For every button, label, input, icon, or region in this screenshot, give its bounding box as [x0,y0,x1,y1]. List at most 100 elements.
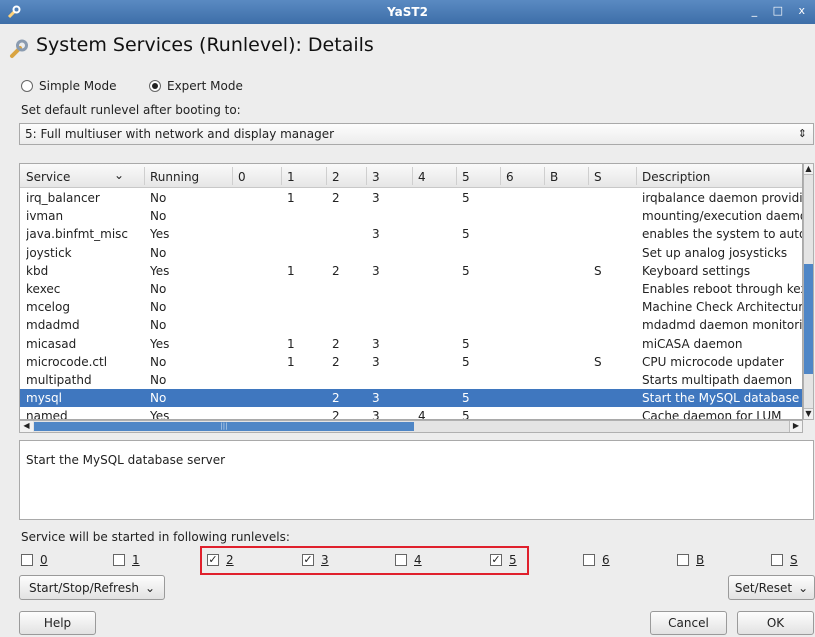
cell-running: Yes [150,263,170,278]
table-row[interactable]: kexec No Enables reboot through kex [20,280,802,298]
cell-5: 5 [462,336,470,351]
service-description-box: Start the MySQL database server [19,440,814,520]
table-row[interactable]: joystick No Set up analog josysticks [20,244,802,262]
cell-5: 5 [462,354,470,369]
services-table[interactable]: Service Running 0 1 2 3 4 5 6 B S Description ⌄ irq_… [19,163,803,420]
radio-indicator [21,80,33,92]
runlevel-checkbox-6[interactable]: 6 [583,553,610,567]
cell-service: mysql [26,391,62,406]
help-button[interactable]: Help [19,611,96,635]
scroll-thumb[interactable] [804,264,813,374]
cell-service: micasad [26,336,77,351]
highlight-annotation [200,546,529,575]
simple-mode-radio[interactable]: Simple Mode [21,79,116,93]
simple-mode-label: Simple Mode [39,79,117,93]
expert-mode-radio[interactable]: Expert Mode [149,79,243,93]
runlevel-checkbox-b[interactable]: B [677,553,704,567]
runlevel-checkbox-0[interactable]: 0 [21,553,48,567]
cell-description: Starts multipath daemon [642,373,793,387]
column-header-2[interactable]: 2 [332,170,340,184]
column-separator [544,167,545,185]
cell-5: 5 [462,409,470,420]
window-title: YaST2 [387,5,428,19]
cell-running: No [150,209,167,224]
column-header-4[interactable]: 4 [418,170,426,184]
chevron-down-icon: ⌄ [798,580,809,595]
checkbox-empty-icon [771,554,783,566]
service-description-text: Start the MySQL database server [26,453,226,467]
column-header-description[interactable]: Description [642,170,710,184]
column-header-0[interactable]: 0 [238,170,246,184]
table-row[interactable]: java.binfmt_misc Yes 3 5 enables the system … [20,225,802,243]
cell-1: 1 [287,191,295,205]
ok-button[interactable]: OK [737,611,814,635]
cell-description: Cache daemon for LUM [642,409,782,420]
table-row[interactable]: mcelog No Machine Check Architectur [20,298,802,316]
checkbox-empty-icon [677,554,689,566]
table-row[interactable]: kbd Yes 1 2 3 5 S Keyboard settings [20,262,802,280]
runlevel-checkbox-1[interactable]: 1 [113,553,140,567]
table-row[interactable]: multipathd No Starts multipath daemon [20,371,802,389]
cell-service: mcelog [26,300,70,315]
scroll-right-icon[interactable]: ▶ [789,421,802,432]
cell-service: kbd [26,263,49,278]
column-separator [144,167,145,185]
checkbox-empty-icon [113,554,125,566]
scroll-left-icon[interactable]: ◀ [20,421,33,432]
cell-description: CPU microcode updater [642,354,784,369]
cell-description: Set up analog josysticks [642,245,788,260]
expert-mode-label: Expert Mode [167,79,243,93]
column-separator [326,167,327,185]
column-header-b[interactable]: B [550,170,558,184]
column-header-6[interactable]: 6 [506,170,514,184]
table-row[interactable]: ivman No mounting/execution daemo [20,207,802,225]
table-row[interactable]: micasad Yes 1 2 3 5 miCASA daemon [20,335,802,353]
window-titlebar: YaST2 _ □ x [0,0,815,24]
table-row[interactable]: microcode.ctl No 1 2 3 5 S CPU microcode update… [20,353,802,371]
cell-2: 2 [332,409,340,420]
cell-2: 2 [332,354,340,369]
scroll-up-icon[interactable]: ▲ [804,164,813,175]
table-row[interactable]: mdadmd No mdadmd daemon monitorin [20,316,802,334]
cell-3: 3 [372,263,380,278]
cell-service: kexec [26,282,61,296]
cell-3: 3 [372,191,380,205]
scroll-thumb[interactable]: ||| [34,422,414,431]
cell-service: irq_balancer [26,191,100,205]
table-header: Service Running 0 1 2 3 4 5 6 B S Description ⌄ [20,164,802,188]
column-header-running[interactable]: Running [150,170,199,184]
table-vertical-scrollbar[interactable]: ▲ ▼ [803,163,814,420]
start-stop-refresh-button[interactable]: Start/Stop/Refresh ⌄ [19,575,165,600]
cell-5: 5 [462,191,470,205]
scroll-down-icon[interactable]: ▼ [804,408,813,419]
runlevel-checkbox-label: 1 [132,553,140,567]
table-row[interactable]: mysql No 2 3 5 Start the MySQL database [20,389,802,408]
ok-label: OK [766,616,785,630]
set-reset-button[interactable]: Set/Reset ⌄ [728,575,815,600]
cell-3: 3 [372,336,380,351]
runlevel-checkbox-s[interactable]: S [771,553,798,567]
column-separator [588,167,589,185]
cell-description: Enables reboot through kex [642,282,802,296]
cancel-button[interactable]: Cancel [650,611,727,635]
column-header-1[interactable]: 1 [287,170,295,184]
column-separator [636,167,637,185]
cell-5: 5 [462,263,470,278]
table-horizontal-scrollbar[interactable]: ◀ ||| ▶ [19,420,803,433]
cell-4: 4 [418,409,426,420]
cell-running: No [150,300,167,315]
table-row[interactable]: irq_balancer No 1 2 3 5 irqbalance daemon prov… [20,189,802,207]
column-header-s[interactable]: S [594,170,602,184]
cell-service: joystick [26,245,72,260]
window-controls[interactable]: _ □ x [752,4,811,17]
table-row[interactable]: named Yes 2 3 4 5 Cache daemon for LUM [20,407,802,420]
column-header-5[interactable]: 5 [462,170,470,184]
cell-description: mounting/execution daemo [642,209,802,224]
cell-service: mdadmd [26,318,80,333]
cell-description: enables the system to auto [642,227,802,242]
column-header-service[interactable]: Service [26,170,70,184]
column-header-3[interactable]: 3 [372,170,380,184]
default-runlevel-select[interactable]: 5: Full multiuser with network and displ… [19,123,814,145]
cell-description: Machine Check Architectur [642,300,802,315]
cell-2: 2 [332,263,340,278]
